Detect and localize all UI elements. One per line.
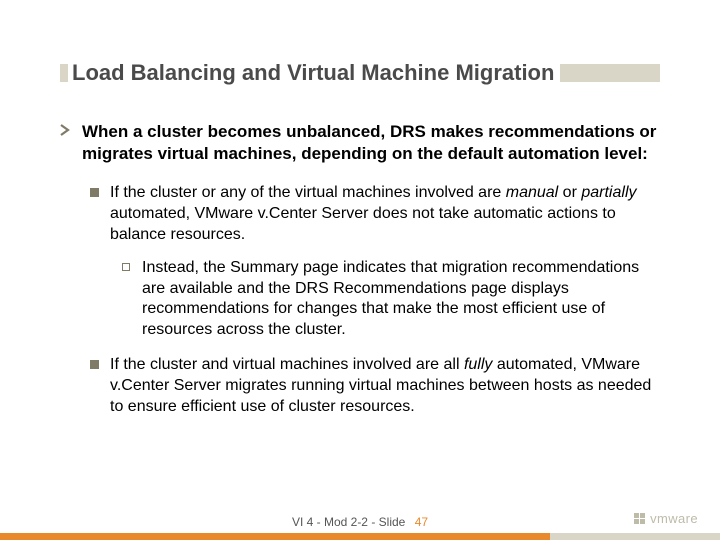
square-bullet-icon bbox=[90, 360, 110, 417]
chevron-icon bbox=[60, 124, 82, 165]
l2b-em1: fully bbox=[464, 356, 492, 373]
footer-meta: VI 4 - Mod 2-2 - Slide 47 bbox=[0, 515, 720, 529]
level3-text: Instead, the Summary page indicates that… bbox=[142, 258, 660, 341]
title-row: Load Balancing and Virtual Machine Migra… bbox=[60, 60, 660, 85]
l2a-em2: partially bbox=[581, 184, 636, 201]
bullet-level2-b: If the cluster and virtual machines invo… bbox=[90, 355, 660, 417]
footer-bar bbox=[0, 533, 720, 540]
l2a-post: automated, VMware v.Center Server does n… bbox=[110, 205, 616, 243]
l2a-pre: If the cluster or any of the virtual mac… bbox=[110, 184, 506, 201]
hollow-square-bullet-icon bbox=[122, 263, 142, 341]
logo-text: vmware bbox=[650, 511, 698, 526]
l2a-em1: manual bbox=[506, 184, 558, 201]
footer-label: VI 4 - Mod 2-2 - Slide bbox=[292, 515, 405, 529]
title-accent-right bbox=[560, 64, 660, 82]
level2b-text: If the cluster and virtual machines invo… bbox=[110, 355, 660, 417]
footer: VI 4 - Mod 2-2 - Slide 47 vmware bbox=[0, 506, 720, 540]
title-accent-left bbox=[60, 64, 68, 82]
slide-number: 47 bbox=[415, 515, 428, 529]
slide: Load Balancing and Virtual Machine Migra… bbox=[0, 0, 720, 540]
bullet-level3: Instead, the Summary page indicates that… bbox=[122, 258, 660, 341]
l2a-mid: or bbox=[558, 184, 581, 201]
level2a-text: If the cluster or any of the virtual mac… bbox=[110, 183, 660, 245]
bullet-level2-a: If the cluster or any of the virtual mac… bbox=[90, 183, 660, 245]
logo-boxes-icon bbox=[634, 513, 645, 524]
l2b-pre: If the cluster and virtual machines invo… bbox=[110, 356, 464, 373]
vmware-logo: vmware bbox=[634, 511, 698, 526]
level1-text: When a cluster becomes unbalanced, DRS m… bbox=[82, 121, 660, 165]
square-bullet-icon bbox=[90, 188, 110, 245]
slide-title: Load Balancing and Virtual Machine Migra… bbox=[72, 60, 554, 85]
bullet-level1: When a cluster becomes unbalanced, DRS m… bbox=[60, 121, 660, 165]
